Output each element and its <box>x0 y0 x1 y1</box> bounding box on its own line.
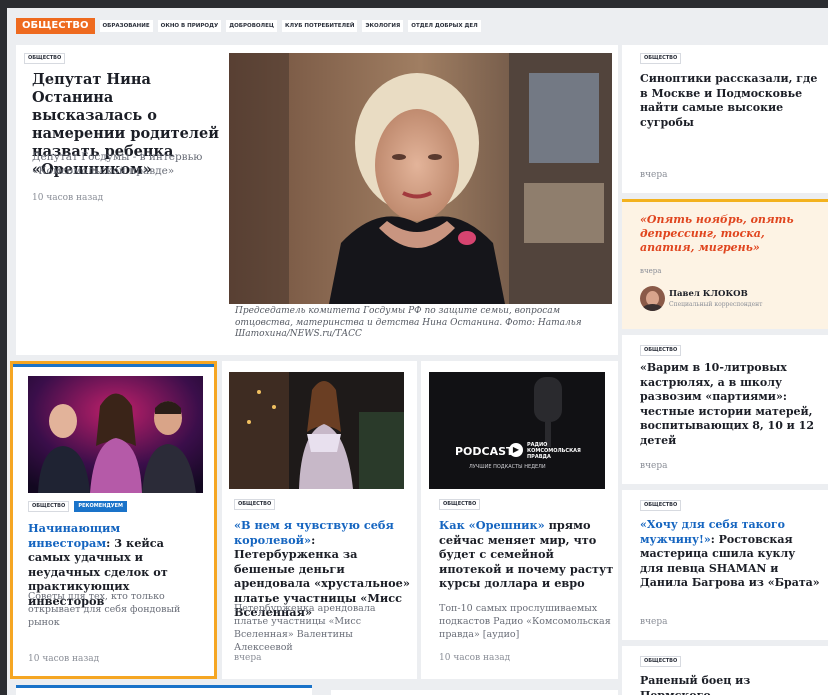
miss-universe-photo[interactable] <box>229 372 404 489</box>
best-podcasts-label: ЛУЧШИЕ ПОДКАСТЫ НЕДЕЛИ <box>469 464 546 470</box>
miss-universe-time: вчера <box>234 653 262 663</box>
nav-item-good-deeds[interactable]: ОТДЕЛ ДОБРЫХ ДЕЛ <box>408 20 481 32</box>
recommended-badge[interactable]: РЕКОМЕНДУЕМ <box>74 501 128 512</box>
right-card-3-tag[interactable]: ОБЩЕСТВО <box>640 500 682 511</box>
ostanina-portrait-image <box>229 53 612 304</box>
page: ОБЩЕСТВО ОБРАЗОВАНИЕ ОКНО В ПРИРОДУ ДОБР… <box>7 8 828 695</box>
podcast-lead: Топ-10 самых прослушиваемых подкастов Ра… <box>439 603 611 640</box>
three-people-image <box>28 376 203 493</box>
right-card-2-title[interactable]: «Варим в 10-литровых кастрюлях, а в школ… <box>640 361 822 448</box>
investors-lead: Советы для тех, кто только открывает для… <box>28 591 181 628</box>
podcast-title-link[interactable]: Как «Орешник» <box>439 518 545 532</box>
investors-photo[interactable] <box>28 376 203 493</box>
opinion-time: вчера <box>640 267 662 275</box>
nav-section-title[interactable]: ОБЩЕСТВО <box>16 18 95 34</box>
miss-universe-card[interactable]: ОБЩЕСТВО «В нем я чувствую себя королево… <box>222 361 417 679</box>
nav-item-education[interactable]: ОБРАЗОВАНИЕ <box>99 20 153 32</box>
investors-card[interactable]: ОБЩЕСТВО РЕКОМЕНДУЕМ Начинающим инвестор… <box>10 361 217 679</box>
miss-universe-tag[interactable]: ОБЩЕСТВО <box>234 499 276 510</box>
lead-story-card[interactable]: ОБЩЕСТВО Депутат Нина Останина высказала… <box>16 45 618 355</box>
podcast-label: PODCAST <box>455 445 514 458</box>
right-card-3-title[interactable]: «Хочу для себя такого мужчину!»: Ростовс… <box>640 518 822 591</box>
lead-story-photo[interactable] <box>229 53 612 304</box>
right-card-2-tag[interactable]: ОБЩЕСТВО <box>640 345 682 356</box>
right-card-1-time: вчера <box>640 170 668 180</box>
nav-item-consumers[interactable]: КЛУБ ПОТРЕБИТЕЛЕЙ <box>282 20 358 32</box>
right-card-1-title[interactable]: Синоптики рассказали, где в Москве и Под… <box>640 72 822 130</box>
investors-time: 10 часов назад <box>28 654 100 664</box>
right-card-3-time: вчера <box>640 617 668 627</box>
investors-card-accent-bar <box>13 364 214 367</box>
lead-story-tag[interactable]: ОБЩЕСТВО <box>24 53 66 64</box>
right-news-card-1[interactable]: ОБЩЕСТВО Синоптики рассказали, где в Мос… <box>622 45 828 193</box>
right-news-card-4[interactable]: ОБЩЕСТВО Раненый боец из Пермского <box>622 646 828 695</box>
nav-item-nature[interactable]: ОКНО В ПРИРОДУ <box>157 20 222 32</box>
right-news-card-2[interactable]: ОБЩЕСТВО «Варим в 10-литровых кастрюлях,… <box>622 335 828 484</box>
opinion-title-text: «Опять ноябрь, опять депрессинг, тоска, … <box>640 213 794 254</box>
lead-story-caption: Председатель комитета Госдумы РФ по защи… <box>235 306 582 339</box>
author-avatar[interactable] <box>640 286 665 311</box>
right-card-4-title[interactable]: Раненый боец из Пермского <box>640 674 822 695</box>
author-name[interactable]: Павел КЛОКОВ <box>669 289 748 299</box>
nav-item-volunteer[interactable]: ДОБРОВОЛЕЦ <box>226 20 277 32</box>
opinion-card[interactable]: «Опять ноябрь, опять депрессинг, тоска, … <box>622 199 828 329</box>
next-row-card-1[interactable] <box>16 685 312 695</box>
radio-kp-logo: РАДИО КОМСОМОЛЬСКАЯ ПРАВДА <box>527 442 581 460</box>
lead-story-time: 10 часов назад <box>32 193 104 203</box>
next-row-card-2[interactable] <box>331 690 618 695</box>
right-card-1-tag[interactable]: ОБЩЕСТВО <box>640 53 682 64</box>
podcast-banner-image <box>429 372 605 489</box>
podcast-card[interactable]: PODCAST ▶ РАДИО КОМСОМОЛЬСКАЯ ПРАВДА ЛУЧ… <box>421 361 618 679</box>
podcast-photo[interactable]: PODCAST ▶ РАДИО КОМСОМОЛЬСКАЯ ПРАВДА ЛУЧ… <box>429 372 605 489</box>
right-news-card-3[interactable]: ОБЩЕСТВО «Хочу для себя такого мужчину!»… <box>622 490 828 640</box>
section-nav: ОБЩЕСТВО ОБРАЗОВАНИЕ ОКНО В ПРИРОДУ ДОБР… <box>16 17 481 35</box>
podcast-time: 10 часов назад <box>439 653 511 663</box>
podcast-title[interactable]: Как «Орешник» прямо сейчас меняет мир, ч… <box>439 518 617 591</box>
nav-item-ecology[interactable]: ЭКОЛОГИЯ <box>362 20 404 32</box>
right-card-4-tag[interactable]: ОБЩЕСТВО <box>640 656 682 667</box>
play-icon: ▶ <box>509 443 523 457</box>
right-card-2-time: вчера <box>640 461 668 471</box>
miss-universe-lead: Петербурженка арендовала платье участниц… <box>234 603 376 653</box>
woman-in-dress-image <box>229 372 404 489</box>
podcast-tag[interactable]: ОБЩЕСТВО <box>439 499 481 510</box>
lead-story-lead: Депутат Госдумы - в интервью «Комсомольс… <box>32 151 203 177</box>
opinion-title[interactable]: «Опять ноябрь, опять депрессинг, тоска, … <box>640 213 822 255</box>
author-role: Специальный корреспондент <box>669 301 763 308</box>
investors-tag[interactable]: ОБЩЕСТВО <box>28 501 70 512</box>
